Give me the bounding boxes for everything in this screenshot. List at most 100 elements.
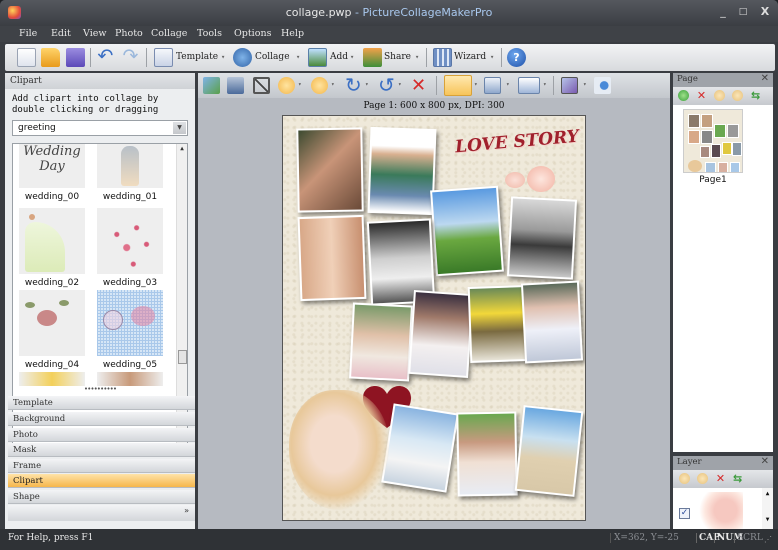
swap-pages-icon[interactable]: ⇆ bbox=[751, 90, 762, 101]
clipart-item[interactable] bbox=[97, 372, 163, 386]
align-icon[interactable] bbox=[484, 77, 501, 94]
photo-bride-veil[interactable] bbox=[520, 280, 584, 364]
send-backward-dropdown-icon[interactable]: ▾ bbox=[331, 81, 335, 88]
clipart-item[interactable]: wedding_02 bbox=[19, 208, 85, 288]
close-icon[interactable]: ✕ bbox=[761, 456, 769, 467]
photo-couple-sky[interactable] bbox=[430, 185, 504, 277]
swap-layers-icon[interactable]: ⇆ bbox=[733, 473, 744, 484]
photo-couple-yellow[interactable] bbox=[467, 285, 529, 363]
rotate-right-dropdown-icon[interactable]: ▾ bbox=[365, 81, 369, 88]
rotate-left-dropdown-icon[interactable]: ▾ bbox=[398, 81, 402, 88]
delete-page-icon[interactable]: ✕ bbox=[696, 90, 707, 101]
menu-edit[interactable]: Edit bbox=[51, 28, 71, 39]
edit-photo-icon[interactable] bbox=[227, 77, 244, 94]
photo-beach-walk[interactable] bbox=[514, 405, 584, 497]
photo-shopping-couple[interactable] bbox=[367, 126, 437, 216]
undo-icon[interactable]: ↶ bbox=[96, 47, 115, 67]
menu-collage[interactable]: Collage bbox=[151, 28, 187, 39]
minimize-button[interactable]: _ bbox=[715, 5, 731, 19]
clipart-item[interactable]: Wedding Day wedding_00 bbox=[19, 144, 85, 202]
move-page-down-icon[interactable] bbox=[732, 90, 743, 101]
photo-bride-dark[interactable] bbox=[408, 290, 474, 378]
tab-clipart[interactable]: Clipart bbox=[8, 474, 195, 488]
help-icon[interactable]: ? bbox=[507, 48, 526, 67]
share-dropdown-icon[interactable]: ▾ bbox=[415, 53, 419, 61]
page-label[interactable]: Page1 bbox=[673, 175, 753, 185]
send-backward-icon[interactable] bbox=[311, 77, 328, 94]
distribute-dropdown-icon[interactable]: ▾ bbox=[543, 81, 547, 88]
template-icon[interactable] bbox=[154, 48, 173, 67]
clipart-item[interactable]: wedding_01 bbox=[97, 144, 163, 202]
open-folder-icon[interactable] bbox=[41, 48, 60, 67]
insert-photo-icon[interactable] bbox=[203, 77, 220, 94]
photo-bride-smile[interactable] bbox=[456, 411, 518, 497]
tab-shape[interactable]: Shape bbox=[8, 490, 195, 504]
share-icon[interactable] bbox=[363, 48, 382, 67]
scroll-up-icon[interactable]: ▲ bbox=[177, 145, 187, 155]
scroll-down-icon[interactable]: ▼ bbox=[762, 516, 773, 523]
layer-scrollbar[interactable]: ▲ ▼ bbox=[762, 488, 773, 529]
rose-clipart[interactable] bbox=[527, 166, 555, 192]
panel-splitter[interactable]: •••••••••• bbox=[5, 386, 195, 394]
photo-kissing-couple[interactable] bbox=[296, 127, 364, 213]
wizard-icon[interactable] bbox=[433, 48, 452, 67]
layer-down-icon[interactable] bbox=[697, 473, 708, 484]
tab-template[interactable]: Template bbox=[8, 396, 195, 410]
add-photo-icon[interactable] bbox=[308, 48, 327, 67]
collage-button[interactable]: Collage bbox=[255, 52, 290, 62]
photo-couple-beach[interactable] bbox=[381, 403, 459, 493]
delete-icon[interactable]: ✕ bbox=[411, 77, 428, 95]
menu-photo[interactable]: Photo bbox=[115, 28, 143, 39]
bring-forward-icon[interactable] bbox=[278, 77, 295, 94]
remove-effect-icon[interactable] bbox=[561, 77, 578, 94]
share-button[interactable]: Share bbox=[384, 52, 411, 62]
new-file-icon[interactable] bbox=[17, 48, 36, 67]
collage-dropdown-icon[interactable]: ▾ bbox=[296, 53, 300, 61]
tab-photo[interactable]: Photo bbox=[8, 428, 195, 442]
more-tabs-icon[interactable]: » bbox=[184, 506, 189, 515]
clipart-item[interactable]: wedding_05 bbox=[97, 290, 163, 370]
fit-page-dropdown-icon[interactable]: ▾ bbox=[474, 81, 478, 88]
rotate-right-icon[interactable]: ↻ bbox=[345, 75, 362, 95]
template-button[interactable]: Template bbox=[176, 52, 218, 62]
layer-up-icon[interactable] bbox=[679, 473, 690, 484]
remove-effect-dropdown-icon[interactable]: ▾ bbox=[583, 81, 587, 88]
category-select[interactable]: greeting ▼ bbox=[12, 120, 188, 136]
clipart-item[interactable]: wedding_04 bbox=[19, 290, 85, 370]
clipart-item[interactable]: wedding_03 bbox=[97, 208, 163, 288]
align-dropdown-icon[interactable]: ▾ bbox=[506, 81, 510, 88]
add-button[interactable]: Add bbox=[330, 52, 348, 62]
move-page-up-icon[interactable] bbox=[714, 90, 725, 101]
distribute-icon[interactable] bbox=[518, 77, 540, 94]
bring-forward-dropdown-icon[interactable]: ▾ bbox=[298, 81, 302, 88]
menu-tools[interactable]: Tools bbox=[197, 28, 222, 39]
layer-visibility-checkbox[interactable]: ✓ bbox=[679, 508, 690, 519]
resize-grip-icon[interactable]: ⋰ bbox=[764, 535, 772, 544]
template-dropdown-icon[interactable]: ▾ bbox=[221, 53, 225, 61]
crop-icon[interactable] bbox=[253, 77, 270, 94]
love-story-text[interactable]: LOVE STORY bbox=[454, 127, 579, 158]
page-thumbnail[interactable] bbox=[683, 109, 743, 173]
collage-page[interactable]: LOVE STORY bbox=[282, 115, 586, 521]
menu-view[interactable]: View bbox=[83, 28, 107, 39]
delete-layer-icon[interactable]: ✕ bbox=[715, 473, 726, 484]
photo-bride-bouquet[interactable] bbox=[349, 302, 413, 382]
menu-help[interactable]: Help bbox=[281, 28, 304, 39]
collage-icon[interactable] bbox=[233, 48, 252, 67]
close-button[interactable]: X bbox=[757, 5, 773, 19]
save-icon[interactable] bbox=[66, 48, 85, 67]
photo-smiling-couple[interactable] bbox=[297, 214, 367, 302]
maximize-button[interactable]: □ bbox=[735, 5, 751, 19]
redo-icon[interactable]: ↷ bbox=[121, 47, 140, 67]
tab-frame[interactable]: Frame bbox=[8, 459, 195, 473]
add-page-icon[interactable] bbox=[678, 90, 689, 101]
scroll-thumb[interactable] bbox=[178, 350, 187, 364]
fit-page-icon[interactable] bbox=[444, 75, 472, 96]
photo-beach-bw[interactable] bbox=[506, 196, 578, 280]
photo-blonde-portrait[interactable] bbox=[289, 390, 389, 510]
chevron-down-icon[interactable]: ▼ bbox=[173, 122, 186, 134]
rotate-left-icon[interactable]: ↺ bbox=[378, 75, 395, 95]
add-dropdown-icon[interactable]: ▾ bbox=[350, 53, 354, 61]
properties-icon[interactable] bbox=[594, 77, 611, 94]
tab-mask[interactable]: Mask bbox=[8, 443, 195, 457]
